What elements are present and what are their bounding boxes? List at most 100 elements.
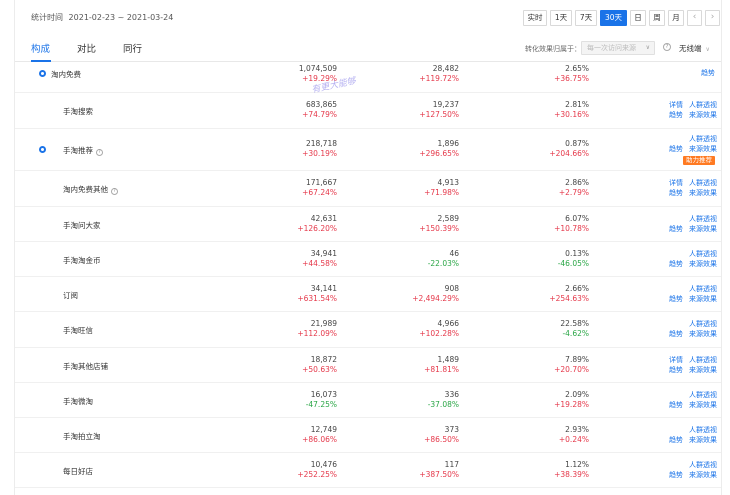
source-effect-link[interactable]: 来源效果 (689, 330, 717, 339)
source-name: 每日好店 (63, 466, 93, 477)
visitors-change: +252.25% (297, 470, 337, 479)
trend-link[interactable]: 趋势 (669, 145, 683, 154)
audience-link[interactable]: 人群透视 (689, 356, 717, 365)
source-effect-link[interactable]: 来源效果 (689, 225, 717, 234)
tab-peers[interactable]: 同行 (123, 41, 142, 55)
source-effect-link[interactable]: 来源效果 (689, 436, 717, 445)
source-effect-link[interactable]: 来源效果 (689, 295, 717, 304)
help-icon[interactable]: ? (111, 188, 118, 195)
conversion-rate-value: 2.81% (565, 100, 589, 109)
source-name-text: 淘内免费其他 (63, 185, 108, 194)
trend-link[interactable]: 趋势 (669, 111, 683, 120)
conversion-rate-change: +36.75% (554, 74, 589, 83)
source-name: 手淘淘金币 (63, 255, 101, 266)
buyers-change: +81.81% (424, 365, 459, 374)
visitors-value: 42,631 (310, 214, 337, 223)
visitors-value: 16,073 (310, 390, 337, 399)
source-effect-link[interactable]: 来源效果 (689, 401, 717, 410)
audience-link[interactable]: 人群透视 (689, 250, 717, 259)
expand-dot-icon[interactable] (39, 70, 46, 77)
audience-link[interactable]: 人群透视 (689, 461, 717, 470)
detail-link[interactable]: 详情 (669, 179, 683, 188)
audience-link[interactable]: 人群透视 (689, 135, 717, 144)
buyers-cell: 2,589 +150.39% (419, 214, 459, 234)
visitors-change: -47.25% (305, 400, 337, 409)
trend-link[interactable]: 趋势 (669, 225, 683, 234)
audience-link[interactable]: 人群透视 (689, 215, 717, 224)
visitors-cell: 21,989 +112.09% (297, 319, 337, 339)
tab-compare[interactable]: 对比 (77, 41, 96, 55)
period-month-button[interactable]: 月 (668, 10, 684, 26)
help-icon[interactable]: ? (663, 43, 671, 51)
detail-link[interactable]: 详情 (669, 356, 683, 365)
trend-link[interactable]: 趋势 (669, 189, 683, 198)
period-day-button[interactable]: 日 (630, 10, 646, 26)
source-name-text: 手淘推荐 (63, 146, 93, 155)
trend-link[interactable]: 趋势 (701, 69, 715, 78)
conversion-rate-cell: 2.86% +2.79% (559, 178, 589, 198)
buyers-value: 1,896 (437, 139, 459, 148)
visitors-change: +631.54% (297, 294, 337, 303)
trend-link[interactable]: 趋势 (669, 295, 683, 304)
source-effect-link[interactable]: 来源效果 (689, 260, 717, 269)
device-select[interactable]: 无线端 ∨ (679, 43, 710, 54)
visitors-change: +74.79% (302, 110, 337, 119)
trend-link[interactable]: 趋势 (669, 366, 683, 375)
source-effect-link[interactable]: 来源效果 (689, 189, 717, 198)
conversion-rate-change: -46.05% (557, 259, 589, 268)
effect-attribution-select[interactable]: 每一次访问来源 ∨ (581, 41, 655, 55)
buyers-change: +71.98% (424, 188, 459, 197)
tab-composition[interactable]: 构成 (31, 41, 50, 55)
source-name: 手淘旺信 (63, 325, 93, 336)
visitors-cell: 18,872 +50.63% (302, 355, 337, 375)
source-effect-link[interactable]: 来源效果 (689, 111, 717, 120)
audience-link[interactable]: 人群透视 (689, 391, 717, 400)
stat-time: 统计时间 2021-02-23 ~ 2021-03-24 (31, 12, 173, 23)
conversion-rate-value: 0.87% (565, 139, 589, 148)
source-name: 手淘搜索 (63, 106, 93, 117)
conversion-rate-cell: 2.66% +254.63% (549, 284, 589, 304)
source-effect-link[interactable]: 来源效果 (689, 145, 717, 154)
chevron-right-icon[interactable]: › (705, 10, 720, 26)
source-name: 手淘推荐? (63, 145, 103, 156)
conversion-rate-cell: 0.13% -46.05% (558, 249, 589, 269)
trend-link[interactable]: 趋势 (669, 436, 683, 445)
table-row: 订阅 34,141 +631.54% 908 +2,494.29% 2.66% +254.6… (15, 277, 721, 312)
stat-time-label: 统计时间 (31, 13, 63, 22)
audience-link[interactable]: 人群透视 (689, 426, 717, 435)
trend-link[interactable]: 趋势 (669, 401, 683, 410)
period-realtime-button[interactable]: 实时 (523, 10, 547, 26)
conversion-rate-cell: 22.58% -4.62% (560, 319, 589, 339)
table-row: 手淘推荐? 218,718 +30.19% 1,896 +296.65% 0.87% +20… (15, 129, 721, 171)
audience-link[interactable]: 人群透视 (689, 320, 717, 329)
period-week-button[interactable]: 周 (649, 10, 665, 26)
conversion-rate-cell: 2.93% +0.24% (559, 425, 589, 445)
boost-recommend-badge[interactable]: 助力推荐 (683, 156, 715, 165)
period-1d-button[interactable]: 1天 (550, 10, 572, 26)
trend-link[interactable]: 趋势 (669, 330, 683, 339)
source-effect-link[interactable]: 来源效果 (689, 366, 717, 375)
visitors-change: +112.09% (297, 329, 337, 338)
conversion-rate-change: +20.70% (554, 365, 589, 374)
source-effect-link[interactable]: 来源效果 (689, 471, 717, 480)
buyers-change: +387.50% (419, 470, 459, 479)
trend-link[interactable]: 趋势 (669, 260, 683, 269)
trend-link[interactable]: 趋势 (669, 471, 683, 480)
buyers-change: +150.39% (419, 224, 459, 233)
visitors-value: 34,941 (310, 249, 337, 258)
row-actions: 人群透视 趋势 来源效果 (651, 418, 717, 453)
visitors-cell: 34,141 +631.54% (297, 284, 337, 304)
audience-link[interactable]: 人群透视 (689, 101, 717, 110)
expand-dot-icon[interactable] (39, 146, 46, 153)
row-actions: 人群透视 趋势 来源效果 (651, 383, 717, 418)
detail-link[interactable]: 详情 (669, 101, 683, 110)
help-icon[interactable]: ? (96, 149, 103, 156)
conversion-rate-cell: 2.09% +19.28% (554, 390, 589, 410)
audience-link[interactable]: 人群透视 (689, 285, 717, 294)
period-7d-button[interactable]: 7天 (575, 10, 597, 26)
conversion-rate-value: 6.07% (565, 214, 589, 223)
row-actions: 人群透视 趋势 来源效果 (651, 453, 717, 488)
audience-link[interactable]: 人群透视 (689, 179, 717, 188)
chevron-left-icon[interactable]: ‹ (687, 10, 702, 26)
period-30d-button[interactable]: 30天 (600, 10, 627, 26)
